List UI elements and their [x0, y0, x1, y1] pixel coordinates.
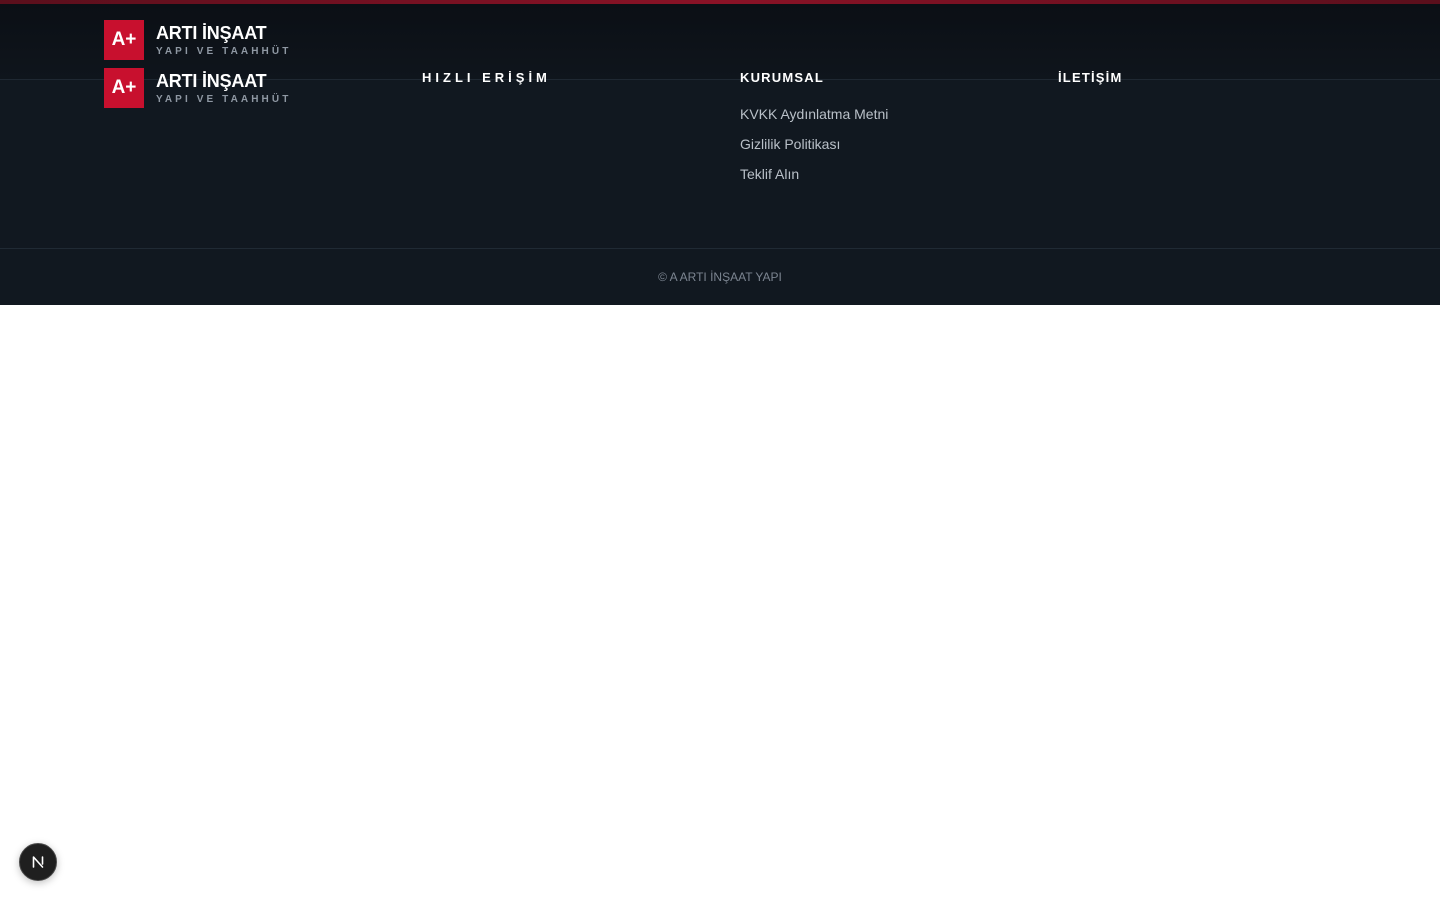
corporate-links: KVKK Aydınlatma Metni Gizlilik Politikas…	[740, 106, 888, 182]
brand-name: ARTI İNŞAAT	[156, 22, 267, 43]
brand-mark-icon: A+	[104, 20, 144, 60]
brand-text: ARTI İNŞAAT YAPI VE TAAHHÜT	[156, 71, 291, 106]
nextjs-n-icon	[32, 856, 44, 868]
footer-column-quick-access: HIZLI ERİŞİM	[422, 70, 551, 86]
footer-bottom-bar: © A ARTI İNŞAAT YAPI	[0, 248, 1440, 305]
page: A+ ARTI İNŞAAT YAPI VE TAAHHÜT A+ ARTI İ…	[0, 0, 1440, 900]
nextjs-dev-badge[interactable]	[19, 843, 57, 881]
brand-tagline: YAPI VE TAAHHÜT	[156, 93, 292, 105]
footer-column-corporate: KURUMSAL KVKK Aydınlatma Metni Gizlilik …	[740, 70, 888, 196]
brand-logo-footer[interactable]: A+ ARTI İNŞAAT YAPI VE TAAHHÜT	[104, 68, 291, 108]
contact-title: İLETİŞİM	[1058, 70, 1123, 85]
quick-access-title: HIZLI ERİŞİM	[422, 70, 551, 85]
footer-link-quote[interactable]: Teklif Alın	[740, 166, 888, 182]
brand-logo-primary[interactable]: A+ ARTI İNŞAAT YAPI VE TAAHHÜT	[104, 20, 291, 60]
footer-link-privacy[interactable]: Gizlilik Politikası	[740, 136, 888, 152]
brand-name: ARTI İNŞAAT	[156, 70, 267, 91]
copyright-text: © A ARTI İNŞAAT YAPI	[658, 270, 782, 284]
corporate-title: KURUMSAL	[740, 70, 824, 85]
brand-text: ARTI İNŞAAT YAPI VE TAAHHÜT	[156, 23, 291, 58]
brand-mark-icon: A+	[104, 68, 144, 108]
brand-tagline: YAPI VE TAAHHÜT	[156, 45, 292, 57]
site-footer: A+ ARTI İNŞAAT YAPI VE TAAHHÜT A+ ARTI İ…	[0, 0, 1440, 305]
footer-link-kvkk[interactable]: KVKK Aydınlatma Metni	[740, 106, 888, 122]
footer-column-contact: İLETİŞİM	[1058, 70, 1123, 86]
